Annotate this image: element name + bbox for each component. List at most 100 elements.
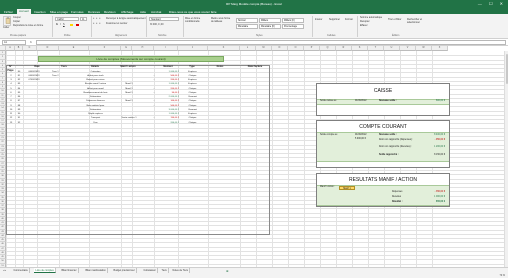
cell-date[interactable] [24,121,44,125]
tell-me-search[interactable]: Dites-nous ce que vous voulez faire [169,10,217,14]
column-header[interactable]: S [352,46,368,51]
column-header[interactable]: Q [320,46,336,51]
formula-input[interactable] [36,40,506,45]
italic-button[interactable]: I [60,23,61,26]
cell-piece[interactable]: 92 [15,121,23,125]
align-icons[interactable]: ≡ ≡ ≡ [93,17,101,20]
column-header[interactable]: C [23,46,37,51]
column-header[interactable]: I [154,46,178,51]
menu-insert[interactable]: Insertion [34,10,46,14]
zoom-level[interactable]: 70 % [500,274,505,277]
wrap-text-button[interactable]: Renvoyer à la ligne automatiquement [106,17,146,20]
menu-page-layout[interactable]: Mise en page [50,10,68,14]
column-header[interactable]: W [416,46,432,51]
cell-tiers[interactable] [52,121,76,125]
cell-type[interactable]: Chèque [181,121,204,125]
menu-acrobat[interactable]: Acrobat [151,10,161,14]
column-header[interactable]: E [59,46,89,51]
tab-nav-arrows[interactable]: ◂ ▸ [3,269,6,272]
style-currency-0[interactable]: Monétaire [0] [259,24,281,29]
autosum-button[interactable]: Somme automatique [360,16,382,19]
fill-color-icon[interactable] [70,23,73,26]
sheet-tabs-bar: ◂ ▸ Commentaire Livre de comptes Bilan fin… [0,267,508,278]
column-header[interactable]: T [368,46,384,51]
underline-button[interactable]: S [63,23,65,26]
column-header[interactable]: B [15,46,23,51]
column-header[interactable]: D [37,46,59,51]
style-normal[interactable]: Normal [236,18,258,23]
column-header[interactable]: X [432,46,448,51]
conditional-format-button[interactable]: Mise en forme conditionnelle [185,17,209,23]
sheet-tab[interactable]: Livre de comptes [34,268,57,273]
sheet-tab[interactable]: Tiers [160,268,170,273]
cell-numero[interactable]: 13 [7,121,15,125]
sheet-tab[interactable]: Cotis/assoc [142,268,159,273]
style-thousands[interactable]: Milliers [259,18,281,23]
insert-cells-button[interactable]: Insérer [315,18,322,21]
cut-button[interactable]: Couper [13,16,21,19]
column-header[interactable]: P [304,46,320,51]
sheet-tab[interactable]: Bilan financier [60,268,80,273]
sort-filter-button[interactable]: Trier et filtrer [388,18,404,21]
caisse-releve-label: Nouveau solde : [379,100,397,102]
column-header[interactable]: R [336,46,352,51]
name-box[interactable]: A1 [2,40,26,45]
align-icons-2[interactable]: ≡ ≡ ≡ [93,22,101,25]
column-header[interactable]: M [256,46,272,51]
menu-data[interactable]: Données [88,10,100,14]
menu-review[interactable]: Révision [104,10,116,14]
merge-center-button[interactable]: Fusionner et centrer [106,22,127,25]
delete-cells-button[interactable]: Supprimer [329,18,340,21]
font-size-select[interactable]: 11 [80,17,87,21]
copy-button[interactable]: Copier [13,20,20,23]
style-percent[interactable]: Pourcentage [282,24,304,29]
resultats-panel: RESULTATS MANIF / ACTION Manif / Action … [316,173,450,207]
format-painter-button[interactable]: Reproduire la mise en forme [13,24,43,27]
column-header[interactable]: U [384,46,400,51]
column-header[interactable]: N [272,46,288,51]
caisse-solde-label: Solde caisse au [320,100,337,102]
find-select-button[interactable]: Rechercher et sélectionner [407,18,429,24]
fill-button[interactable]: Recopier [360,20,370,23]
menu-help[interactable]: Aide [140,10,146,14]
menu-formulas[interactable]: Formules [71,10,84,14]
column-header[interactable]: V [400,46,416,51]
add-sheet-icon[interactable]: ⊕ [226,269,229,273]
clear-button[interactable]: Effacer [360,24,368,27]
column-header[interactable]: F [89,46,121,51]
style-currency[interactable]: Monétaire [236,24,258,29]
format-as-table-button[interactable]: Mettre sous forme de tableau [211,17,233,23]
menu-view[interactable]: Affichage [121,10,133,14]
font-color-icon[interactable] [76,23,79,26]
cell-manif[interactable] [113,121,145,125]
cell-details[interactable]: Don [80,121,111,125]
column-header[interactable]: O [288,46,304,51]
worksheet-grid[interactable]: ABCDEFGHIJKLMNOPQRSTUVWX 1 2 3 4 5 6 7 8 9 10 11 12… [0,46,508,267]
sheet-tab[interactable]: Bilan manifestation [84,268,109,273]
column-header[interactable]: K [208,46,240,51]
style-thousands-0[interactable]: Milliers [0] [282,18,304,23]
column-header[interactable]: A [6,46,15,51]
menu-file[interactable]: Fichier [4,10,13,14]
format-cells-button[interactable]: Format [345,18,353,21]
header-date-facture: Date Facture [247,65,263,68]
number-format-select[interactable]: Standard [149,17,179,21]
column-header[interactable]: G [121,46,132,51]
styles-group-label: Styles [256,34,263,37]
font-name-select[interactable]: Calibri [55,17,79,21]
bold-button[interactable]: G [56,23,58,26]
sheet-tab[interactable]: Commentaire [12,268,31,273]
cell-montant[interactable]: 200,00 € [157,121,179,125]
window-controls[interactable]: — ☐ ✕ [478,1,506,6]
column-header[interactable]: L [240,46,256,51]
sheet-tab[interactable]: Budget prévisionnel [112,268,137,273]
sheet-tab[interactable]: Notes de Tiers [171,268,191,273]
header-notes: Notes [216,65,224,68]
vertical-scrollbar[interactable] [504,51,508,267]
resultats-select[interactable]: Manif 1 [339,185,355,190]
paste-button[interactable] [3,16,11,26]
cell-sign[interactable] [152,121,156,125]
column-header[interactable]: H [132,46,154,51]
column-header[interactable]: J [178,46,208,51]
number-format-icons[interactable]: % 000 ,0 ,00 [150,23,163,26]
